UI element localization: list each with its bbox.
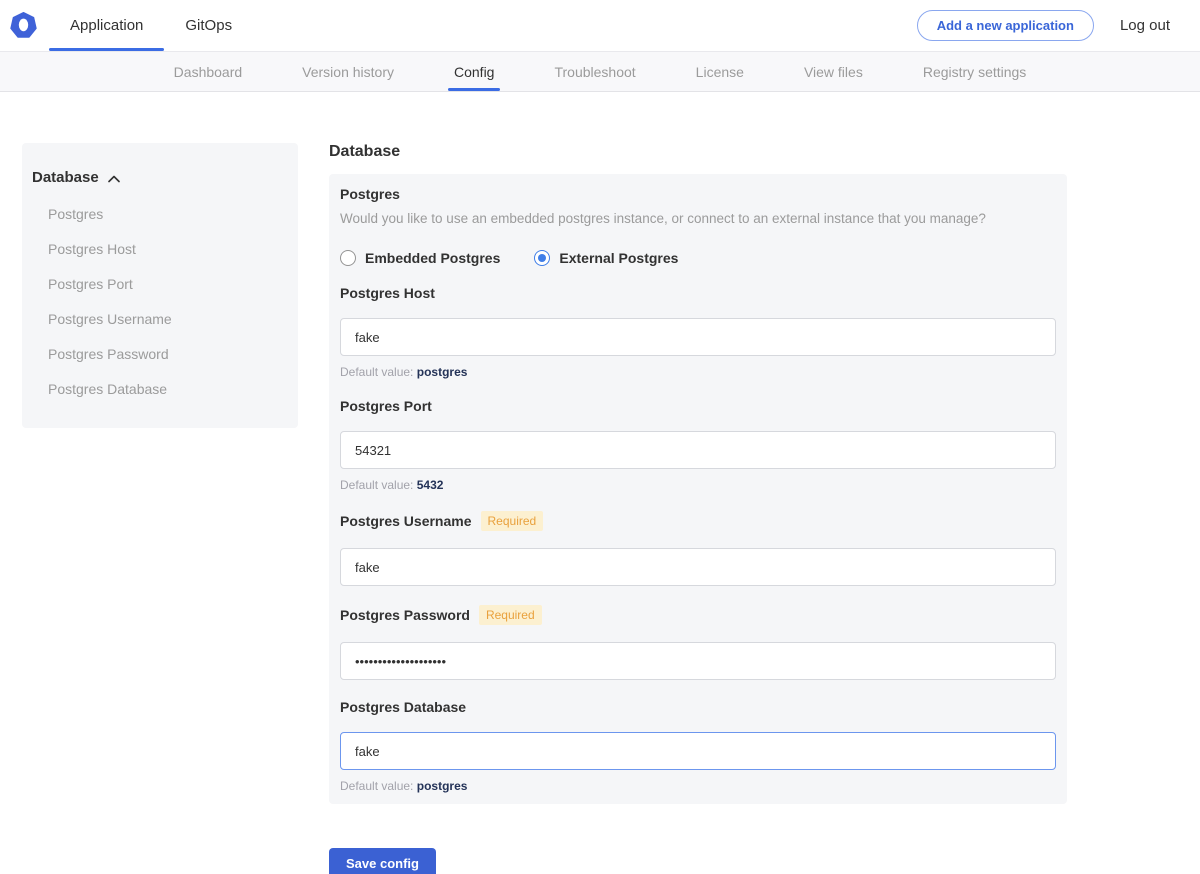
field-postgres-password-label-text: Postgres Password (340, 607, 470, 623)
field-postgres-username: Postgres Username Required (340, 511, 1056, 586)
postgres-database-input[interactable] (340, 732, 1056, 770)
subnav-view-files-label: View files (804, 64, 863, 80)
postgres-host-input[interactable] (340, 318, 1056, 356)
logout-link[interactable]: Log out (1120, 17, 1170, 34)
kots-logo-icon[interactable] (10, 12, 37, 39)
field-postgres-host: Postgres Host Default value: postgres (340, 285, 1056, 379)
postgres-port-default-helper: Default value: 5432 (340, 478, 1056, 492)
default-value-label: Default value: (340, 365, 413, 379)
tab-gitops-label: GitOps (185, 17, 232, 34)
tab-gitops[interactable]: GitOps (164, 0, 253, 51)
subnav-registry-settings[interactable]: Registry settings (923, 52, 1026, 91)
field-postgres-username-label: Postgres Username Required (340, 511, 1056, 531)
group-title: Postgres (340, 186, 1056, 202)
radio-external-postgres[interactable] (534, 250, 550, 266)
config-form-area: Database Postgres Would you like to use … (329, 143, 1067, 874)
default-value-label: Default value: (340, 478, 413, 492)
radio-embedded-postgres-label: Embedded Postgres (365, 250, 500, 266)
database-config-panel: Postgres Would you like to use an embedd… (329, 174, 1067, 804)
default-value-label: Default value: (340, 779, 413, 793)
postgres-host-default-helper: Default value: postgres (340, 365, 1056, 379)
radio-option-external-postgres[interactable]: External Postgres (534, 250, 678, 266)
required-badge: Required (479, 605, 542, 625)
default-value-text: 5432 (417, 478, 444, 492)
radio-embedded-postgres[interactable] (340, 250, 356, 266)
subnav-version-history-label: Version history (302, 64, 394, 80)
required-badge: Required (481, 511, 544, 531)
field-postgres-username-label-text: Postgres Username (340, 513, 472, 529)
subnav-config[interactable]: Config (454, 52, 494, 91)
field-postgres-database-label: Postgres Database (340, 699, 1056, 715)
sidebar-item-postgres-username[interactable]: Postgres Username (22, 302, 298, 337)
subnav-dashboard[interactable]: Dashboard (174, 52, 243, 91)
sidebar-item-postgres-database[interactable]: Postgres Database (22, 372, 298, 407)
field-postgres-password-label: Postgres Password Required (340, 605, 1056, 625)
postgres-username-input[interactable] (340, 548, 1056, 586)
default-value-text: postgres (417, 779, 468, 793)
top-nav-right: Add a new application Log out (917, 10, 1200, 41)
subnav-troubleshoot[interactable]: Troubleshoot (554, 52, 635, 91)
subnav-version-history[interactable]: Version history (302, 52, 394, 91)
tab-application[interactable]: Application (49, 0, 164, 51)
sidebar-group-database-toggle[interactable]: Database (22, 169, 298, 186)
sidebar-items: Postgres Postgres Host Postgres Port Pos… (22, 197, 298, 407)
subnav-config-label: Config (454, 64, 494, 80)
subnav-license[interactable]: License (696, 52, 744, 91)
chevron-up-icon (108, 175, 120, 183)
radio-external-postgres-label: External Postgres (559, 250, 678, 266)
radio-option-embedded-postgres[interactable]: Embedded Postgres (340, 250, 500, 266)
subnav-registry-settings-label: Registry settings (923, 64, 1026, 80)
postgres-password-input[interactable] (340, 642, 1056, 680)
postgres-database-default-helper: Default value: postgres (340, 779, 1056, 793)
field-postgres-host-label-text: Postgres Host (340, 285, 435, 301)
field-postgres-host-label: Postgres Host (340, 285, 1056, 301)
group-description: Would you like to use an embedded postgr… (340, 211, 1056, 226)
field-postgres-port-label-text: Postgres Port (340, 398, 432, 414)
subnav-license-label: License (696, 64, 744, 80)
sidebar-item-postgres-password[interactable]: Postgres Password (22, 337, 298, 372)
field-postgres-port-label: Postgres Port (340, 398, 1056, 414)
section-title: Database (329, 143, 1067, 161)
subnav-view-files[interactable]: View files (804, 52, 863, 91)
top-nav: Application GitOps Add a new application… (0, 0, 1200, 51)
tab-application-label: Application (70, 17, 143, 34)
sidebar-item-postgres[interactable]: Postgres (22, 197, 298, 232)
add-application-button[interactable]: Add a new application (917, 10, 1094, 41)
sidebar-item-postgres-host[interactable]: Postgres Host (22, 232, 298, 267)
postgres-type-radio-group: Embedded Postgres External Postgres (340, 250, 1056, 266)
field-postgres-database: Postgres Database Default value: postgre… (340, 699, 1056, 793)
config-page: Database Postgres Postgres Host Postgres… (0, 92, 1200, 874)
subnav-dashboard-label: Dashboard (174, 64, 243, 80)
config-sidebar: Database Postgres Postgres Host Postgres… (22, 143, 298, 428)
field-postgres-port: Postgres Port Default value: 5432 (340, 398, 1056, 492)
subnav-troubleshoot-label: Troubleshoot (554, 64, 635, 80)
field-postgres-database-label-text: Postgres Database (340, 699, 466, 715)
top-tabs: Application GitOps (49, 0, 253, 51)
field-postgres-password: Postgres Password Required (340, 605, 1056, 680)
app-sub-nav: Dashboard Version history Config Trouble… (0, 51, 1200, 92)
sidebar-group-title-label: Database (32, 169, 99, 186)
sidebar-item-postgres-port[interactable]: Postgres Port (22, 267, 298, 302)
postgres-port-input[interactable] (340, 431, 1056, 469)
save-config-button[interactable]: Save config (329, 848, 436, 874)
default-value-text: postgres (417, 365, 468, 379)
